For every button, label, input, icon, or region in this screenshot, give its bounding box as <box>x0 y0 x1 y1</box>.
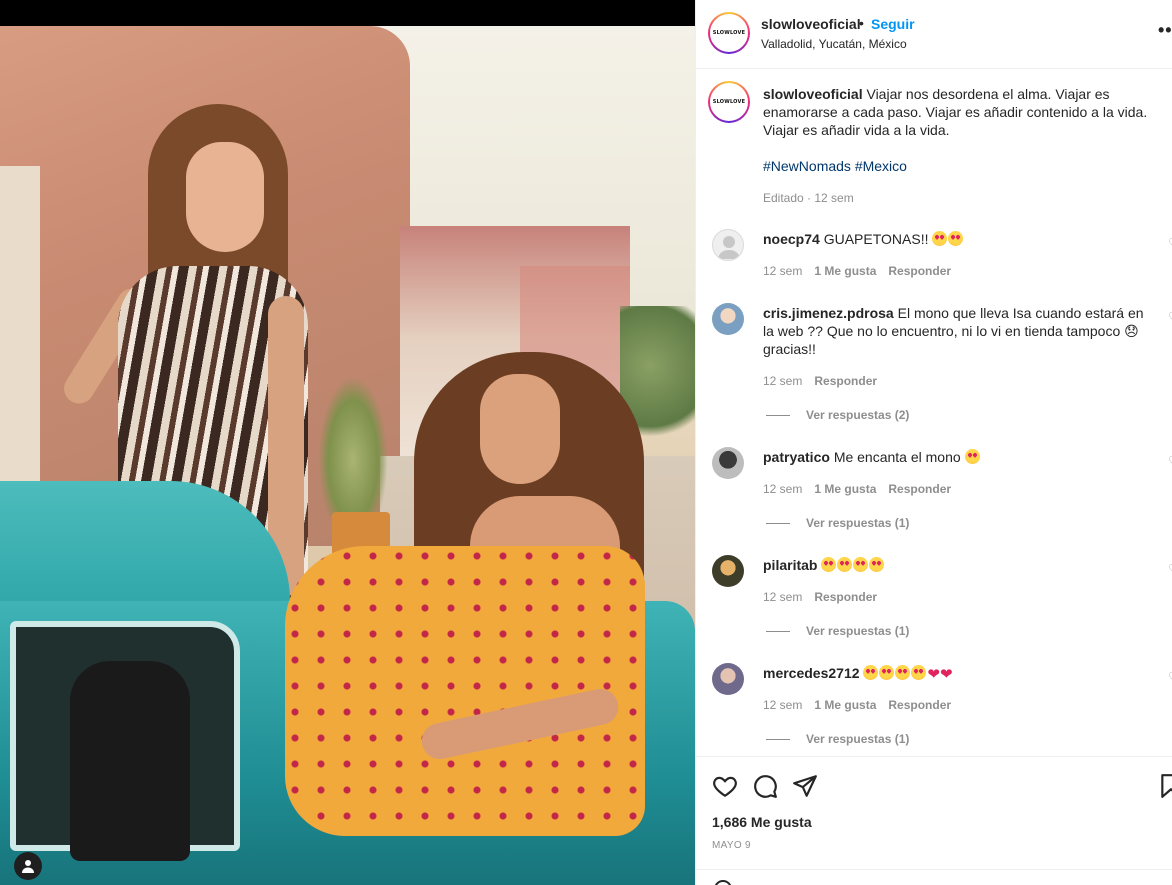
reply-button[interactable]: Responder <box>888 698 951 712</box>
more-options-icon[interactable]: ••• <box>1158 20 1172 41</box>
separator-dot: • <box>859 15 864 31</box>
comment-avatar[interactable] <box>712 229 744 261</box>
comment-meta: 12 sem 1 Me gusta Responder <box>763 698 952 712</box>
view-replies-button[interactable]: Ver respuestas (2) <box>766 408 909 422</box>
comment-likes[interactable]: 1 Me gusta <box>814 482 876 496</box>
like-count[interactable]: 1,686 Me gusta <box>712 814 812 830</box>
emoji-icon[interactable] <box>714 880 732 885</box>
comment-like-icon[interactable]: ♡ <box>1168 670 1172 684</box>
comment-text: noecp74 GUAPETONAS!! <box>763 230 1158 248</box>
post-date[interactable]: MAYO 9 <box>712 840 751 851</box>
comment-like-icon[interactable]: ♡ <box>1168 562 1172 576</box>
comment-username[interactable]: noecp74 <box>763 231 820 247</box>
caption-author[interactable]: slowloveoficial <box>763 86 863 102</box>
share-icon[interactable] <box>792 773 818 799</box>
comment-like-icon[interactable]: ♡ <box>1168 236 1172 250</box>
user-tag-icon[interactable] <box>14 852 42 880</box>
comment-username[interactable]: patryatico <box>763 449 830 465</box>
view-replies-button[interactable]: Ver respuestas (1) <box>766 516 909 530</box>
post-actions: 1,686 Me gusta MAYO 9 <box>696 756 1172 885</box>
follow-button[interactable]: Seguir <box>871 16 915 32</box>
comment-like-icon[interactable]: ♡ <box>1168 454 1172 468</box>
comment-meta: 12 sem Responder <box>763 374 878 388</box>
post-photo[interactable] <box>0 0 695 885</box>
save-icon[interactable] <box>1158 773 1172 799</box>
comment-username[interactable]: pilaritab <box>763 557 817 573</box>
post-side-panel: SLOWLOVE slowloveoficial • Seguir Vallad… <box>695 0 1172 885</box>
comment-time: 12 sem <box>763 264 803 278</box>
caption-author-avatar[interactable]: SLOWLOVE <box>708 81 750 123</box>
brand-logo: SLOWLOVE <box>712 30 746 36</box>
comment-avatar[interactable] <box>712 447 744 479</box>
view-replies-button[interactable]: Ver respuestas (1) <box>766 624 909 638</box>
photo-scene <box>0 26 695 885</box>
add-comment-bar <box>696 869 1172 885</box>
comment-avatar[interactable] <box>712 555 744 587</box>
comment-like-icon[interactable]: ♡ <box>1168 310 1172 324</box>
comment-avatar[interactable] <box>712 303 744 335</box>
post-caption: SLOWLOVE slowloveoficial Viajar nos deso… <box>696 70 1172 220</box>
reply-button[interactable]: Responder <box>888 482 951 496</box>
comment-avatar[interactable] <box>712 663 744 695</box>
caption-hashtags[interactable]: #NewNomads #Mexico <box>763 158 907 174</box>
comment-meta: 12 sem Responder <box>763 590 878 604</box>
comment-username[interactable]: cris.jimenez.pdrosa <box>763 305 894 321</box>
post-header: SLOWLOVE slowloveoficial • Seguir Vallad… <box>696 0 1172 69</box>
instagram-post-modal: SLOWLOVE slowloveoficial • Seguir Vallad… <box>0 0 1172 885</box>
comment-icon[interactable] <box>752 773 778 799</box>
view-replies-button[interactable]: Ver respuestas (1) <box>766 732 909 746</box>
post-location[interactable]: Valladolid, Yucatán, México <box>761 37 907 51</box>
comment-username[interactable]: mercedes2712 <box>763 665 860 681</box>
comment-text: cris.jimenez.pdrosa El mono que lleva Is… <box>763 305 1144 357</box>
comment-meta: 12 sem 1 Me gusta Responder <box>763 482 952 496</box>
photo-top-bar <box>0 0 695 26</box>
comment-likes[interactable]: 1 Me gusta <box>814 698 876 712</box>
reply-button[interactable]: Responder <box>814 590 877 604</box>
like-icon[interactable] <box>712 773 738 799</box>
caption-meta: Editado · 12 sem <box>763 191 854 205</box>
comment-text: mercedes2712 ❤❤ <box>763 665 953 683</box>
author-username[interactable]: slowloveoficial <box>761 16 861 32</box>
comment-text: pilaritab <box>763 556 1158 574</box>
reply-button[interactable]: Responder <box>888 264 951 278</box>
reply-button[interactable]: Responder <box>814 374 877 388</box>
comment-text: patryatico Me encanta el mono <box>763 448 1158 466</box>
comment-likes[interactable]: 1 Me gusta <box>814 264 876 278</box>
author-avatar[interactable]: SLOWLOVE <box>708 12 750 54</box>
caption-text: slowloveoficial Viajar nos desordena el … <box>763 86 1148 138</box>
comment-meta: 12 sem 1 Me gusta Responder <box>763 264 951 278</box>
